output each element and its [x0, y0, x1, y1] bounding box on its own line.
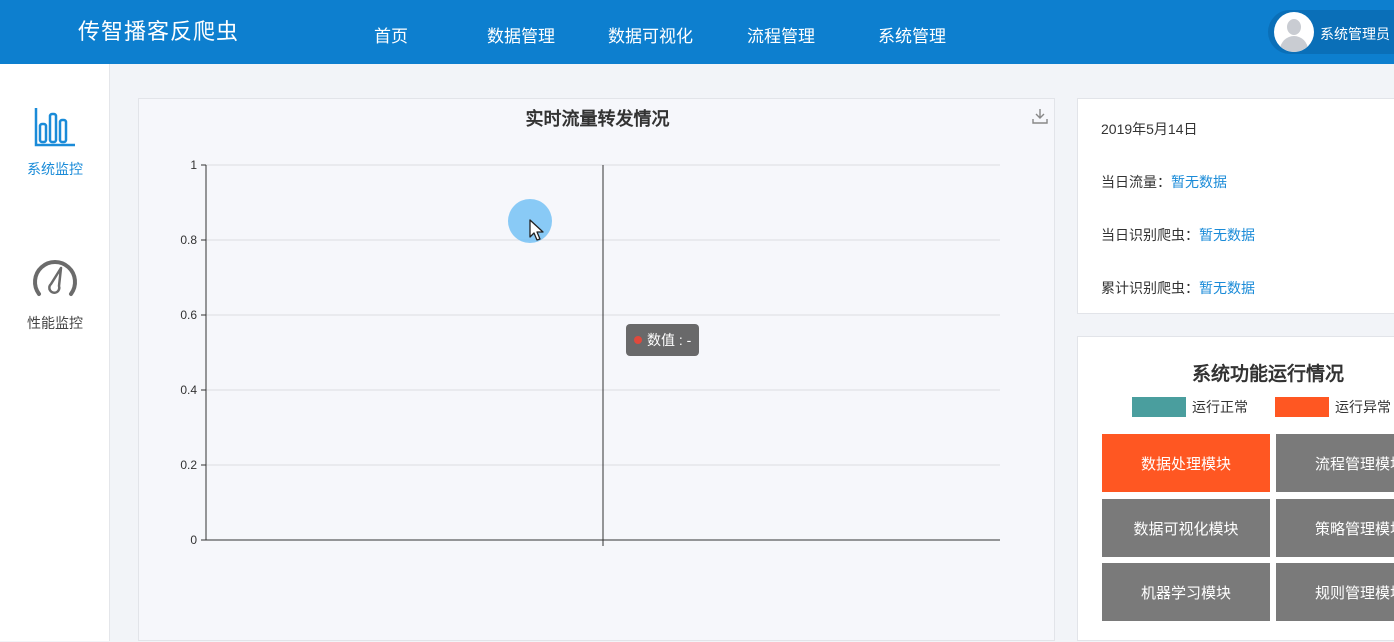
chart-title: 实时流量转发情况: [525, 109, 670, 129]
nav-home[interactable]: 首页: [374, 22, 408, 47]
module-data-visualization[interactable]: 数据可视化模块: [1102, 499, 1270, 557]
y-tick-label: 1: [190, 158, 197, 172]
info-row-daily-crawlers: 当日识别爬虫：暂无数据: [1101, 225, 1255, 245]
y-tick-label: 0.6: [180, 308, 197, 322]
info-label: 当日流量：: [1101, 174, 1171, 190]
sidebar-item-system-monitor[interactable]: 系统监控: [0, 104, 110, 179]
legend-swatch: [1132, 397, 1186, 417]
tooltip-text: 数值 : -: [647, 332, 692, 348]
download-icon[interactable]: [1031, 107, 1049, 125]
user-name[interactable]: 系统管理员: [1320, 24, 1390, 44]
sidebar: 系统监控 性能监控: [0, 64, 110, 641]
nav-data-management[interactable]: 数据管理: [487, 22, 555, 47]
nav-process-management[interactable]: 流程管理: [747, 22, 815, 47]
module-data-processing[interactable]: 数据处理模块: [1102, 434, 1270, 492]
legend-swatch: [1275, 397, 1329, 417]
nav-system-management[interactable]: 系统管理: [878, 22, 946, 47]
info-value: 暂无数据: [1199, 227, 1255, 243]
legend-normal: 运行正常: [1132, 397, 1248, 417]
avatar[interactable]: [1274, 12, 1314, 52]
daily-info-panel: 2019年5月14日 当日流量：暂无数据 当日识别爬虫：暂无数据 累计识别爬虫：…: [1077, 98, 1394, 314]
info-label: 当日识别爬虫：: [1101, 227, 1199, 243]
legend-label: 运行正常: [1192, 399, 1248, 415]
info-row-daily-traffic: 当日流量：暂无数据: [1101, 172, 1227, 192]
info-date: 2019年5月14日: [1101, 121, 1198, 137]
gauge-icon: [33, 260, 77, 296]
info-value: 暂无数据: [1171, 174, 1227, 190]
module-process-management[interactable]: 流程管理模块: [1276, 434, 1394, 492]
y-tick-label: 0.8: [180, 233, 197, 247]
top-bar: 传智播客反爬虫 首页 数据管理 数据可视化 流程管理 系统管理 系统管理员: [0, 0, 1394, 64]
module-machine-learning[interactable]: 机器学习模块: [1102, 563, 1270, 621]
module-rule-management[interactable]: 规则管理模块: [1276, 563, 1394, 621]
chart-tooltip: 数值 : -: [626, 324, 700, 356]
bar-chart-icon: [34, 108, 75, 147]
sidebar-item-label: 系统监控: [27, 161, 83, 177]
legend-label: 运行异常: [1335, 399, 1391, 415]
y-tick-label: 0.4: [180, 383, 197, 397]
brand-title[interactable]: 传智播客反爬虫: [78, 14, 239, 46]
info-label: 累计识别爬虫：: [1101, 280, 1199, 296]
user-menu[interactable]: 系统管理员: [1268, 10, 1394, 54]
y-tick-label: 0: [190, 533, 197, 547]
info-value: 暂无数据: [1199, 280, 1255, 296]
traffic-chart-panel: 0 0.2 0.4 0.6 0.8 1 实时流量转发情况 数值 : -: [138, 98, 1055, 641]
sidebar-item-performance-monitor[interactable]: 性能监控: [0, 254, 110, 333]
y-tick-label: 0.2: [180, 458, 197, 472]
function-status-title: 系统功能运行情况: [1191, 364, 1344, 385]
info-row-total-crawlers: 累计识别爬虫：暂无数据: [1101, 278, 1255, 298]
mouse-cursor-icon: [529, 219, 544, 241]
sidebar-item-label: 性能监控: [27, 315, 83, 331]
nav-data-visualization[interactable]: 数据可视化: [608, 22, 693, 47]
legend-error: 运行异常: [1275, 397, 1391, 417]
traffic-line-chart[interactable]: 0 0.2 0.4 0.6 0.8 1: [139, 99, 1056, 642]
module-strategy-management[interactable]: 策略管理模块: [1276, 499, 1394, 557]
function-status-panel: 系统功能运行情况 运行正常 运行异常 数据处理模块 流程管理模块 数据可视化模块…: [1077, 336, 1394, 641]
